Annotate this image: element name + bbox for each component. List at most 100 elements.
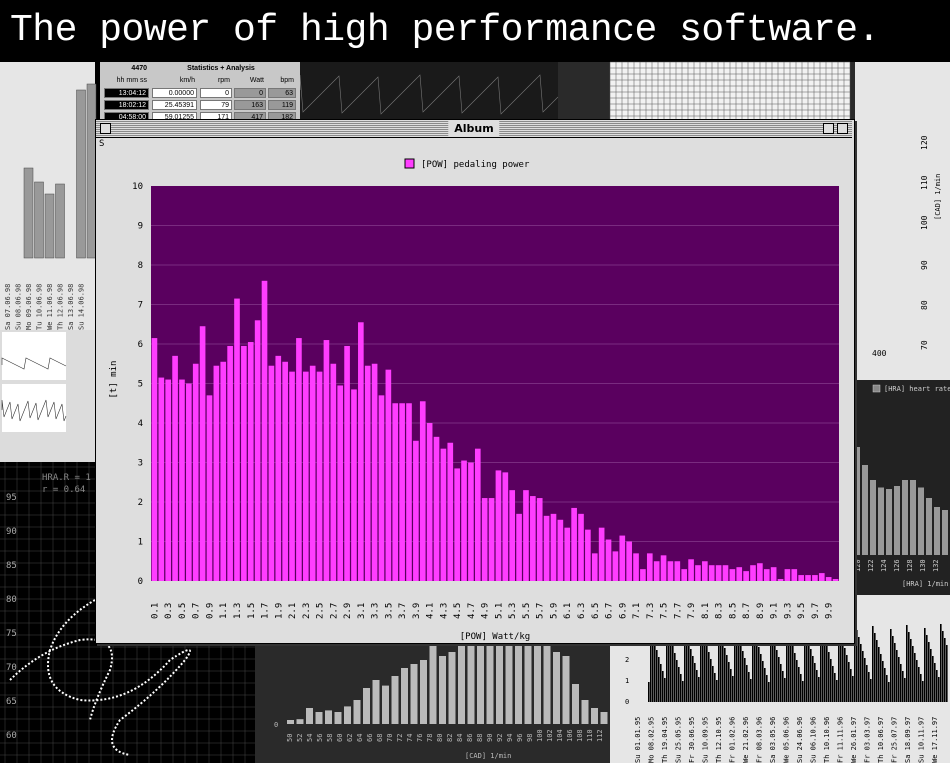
bg-lt-bar — [938, 677, 940, 702]
bg-hra-label: [HRA] heart rate — [884, 385, 950, 393]
bg-lt-bar — [840, 634, 842, 702]
x-tick-label: 4.7 — [467, 603, 477, 619]
bg-lt-bar — [932, 656, 934, 702]
bg-lt-bar — [806, 635, 808, 702]
bg-hra-bar — [878, 487, 884, 555]
histogram-bar — [364, 365, 371, 581]
bg-hra-bar — [918, 487, 924, 555]
collapse-box-icon[interactable] — [837, 123, 848, 134]
bg-grid-ytick: 120 — [920, 135, 929, 150]
x-tick-label: 8.9 — [756, 603, 766, 619]
x-tick-label: 2.7 — [329, 603, 339, 619]
bg-lt-bar — [920, 674, 922, 702]
bg-lt-bar — [936, 670, 938, 702]
histogram-bar — [612, 551, 619, 581]
bg-grid-ytick: 80 — [920, 300, 929, 310]
bg-lt-bar — [826, 645, 828, 702]
bg-cad-bar — [515, 644, 522, 724]
bg-lt-bar — [836, 680, 838, 702]
bg-scatter-ytick: 85 — [6, 561, 17, 571]
bg-lt-bar — [824, 638, 826, 702]
bg-hra-bar — [902, 480, 908, 555]
bg-cad-xtick: 86 — [466, 734, 474, 742]
bg-grid-ytick: 70 — [920, 340, 929, 350]
album-window[interactable]: Album S [POW] pedaling power 01234567891… — [95, 119, 855, 644]
bg-lt-bar — [862, 651, 864, 702]
histogram-bar — [254, 320, 261, 581]
histogram-bar — [158, 377, 165, 581]
bg-lt-bar — [692, 656, 694, 702]
bg-cad-xtick: 104 — [556, 729, 564, 742]
bg-lt-date: Th 19.04.95 — [661, 717, 669, 763]
bg-lt-bar — [712, 666, 714, 702]
bg-lt-bar — [674, 653, 676, 702]
x-tick-label: 0.5 — [178, 603, 188, 619]
bg-cad-bar — [287, 720, 294, 724]
bg-lt-bar — [926, 635, 928, 702]
bg-lt-bar — [930, 649, 932, 702]
bg-lt-date: Th 10.10.96 — [823, 717, 831, 763]
bg-lt-bar — [716, 680, 718, 702]
bg-scatter-ytick: 90 — [6, 527, 17, 537]
x-tick-label: 1.9 — [274, 603, 284, 619]
histogram-bar — [179, 379, 185, 581]
histogram-bar — [454, 468, 460, 581]
bg-lt-bar — [750, 679, 752, 702]
histogram-bar — [344, 345, 350, 581]
stats-cell: 119 — [268, 100, 296, 110]
bg-cad-xtick: 84 — [456, 734, 464, 742]
stats-header: hh mm ss — [116, 77, 147, 84]
bg-cad-bar — [439, 656, 446, 724]
bg-lt-bar — [850, 669, 852, 702]
bg-left-date: Su 08.06.98 — [15, 284, 23, 330]
histogram-bar — [722, 565, 729, 581]
bg-lt-bar — [928, 642, 930, 702]
close-box-icon[interactable] — [100, 123, 111, 134]
bg-wave-box — [2, 332, 66, 380]
bg-lt-bar — [860, 644, 862, 702]
histogram-bar — [805, 575, 811, 581]
x-tick-label: 4.3 — [439, 603, 449, 619]
bg-lt-date: Fr 25.07.97 — [891, 717, 899, 763]
histogram-bar — [708, 565, 715, 581]
bg-cad-bar — [496, 644, 503, 724]
x-tick-label: 4.5 — [453, 603, 463, 619]
bg-cad-xtick: 98 — [526, 734, 534, 742]
x-tick-label: 8.1 — [701, 603, 711, 619]
histogram-bar — [502, 472, 509, 581]
histogram-bar — [440, 448, 447, 581]
bg-lt-bar — [832, 666, 834, 702]
bg-hra-xtick: 122 — [867, 559, 875, 572]
histogram-bar — [702, 561, 708, 581]
bg-cad-bar — [562, 656, 570, 724]
bg-lt-date: Su 24.06.96 — [796, 717, 804, 763]
legend-swatch — [404, 158, 415, 169]
bg-panel-waveform — [300, 62, 558, 120]
bg-hra-bar — [942, 510, 948, 555]
bg-cad-xtick: 112 — [596, 729, 604, 742]
bg-lt-bar — [800, 674, 802, 702]
bg-lt-bar — [660, 664, 662, 702]
x-tick-label: 2.1 — [288, 603, 298, 619]
zoom-box-icon[interactable] — [823, 123, 834, 134]
histogram-bar — [426, 423, 433, 581]
bg-lt-bar — [664, 678, 666, 702]
bg-cad-xtick: 72 — [396, 734, 404, 742]
histogram-bar — [832, 579, 839, 581]
histogram-bar — [495, 470, 502, 581]
x-tick-label: 9.3 — [783, 603, 793, 619]
histogram-bar — [578, 513, 584, 581]
bg-lt-bar — [766, 675, 768, 702]
bg-cad-xtick: 62 — [346, 734, 354, 742]
bg-lt-bar — [740, 644, 742, 702]
bg-left-bar — [55, 183, 65, 259]
bg-lt-bar — [864, 658, 866, 702]
bg-cad-bar — [467, 644, 475, 724]
bg-lt-bar — [816, 670, 818, 702]
x-tick-label: 6.1 — [563, 603, 573, 619]
bg-lt-bar — [790, 639, 792, 702]
bg-cad-bar — [572, 684, 579, 724]
histogram-bar — [213, 365, 220, 581]
window-titlebar[interactable]: Album — [96, 120, 852, 138]
bg-lt-bar — [868, 672, 870, 702]
